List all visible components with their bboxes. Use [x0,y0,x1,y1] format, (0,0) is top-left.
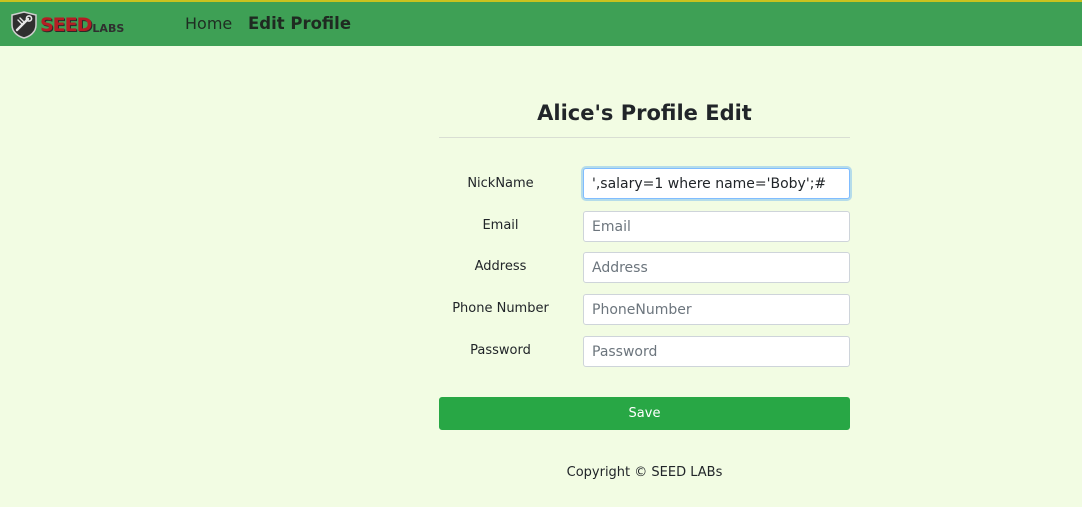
address-label: Address [474,259,527,274]
top-navbar: SEED LABS Home Edit Profile [0,0,1082,46]
phone-number-input[interactable] [583,294,850,325]
copyright-footer: Copyright © SEED LABs [566,465,723,480]
logo-seed-text: SEED [40,13,92,36]
title-divider [439,137,850,138]
page-title: Alice's Profile Edit [537,101,752,125]
logo-wordmark: SEED LABS [40,13,125,36]
phone-number-label: Phone Number [452,301,549,316]
seed-labs-logo[interactable]: SEED LABS [9,10,124,40]
address-input[interactable] [583,252,850,283]
password-label: Password [470,343,531,358]
email-input[interactable] [583,211,850,242]
nickname-label: NickName [467,176,534,191]
nav-edit-profile-link[interactable]: Edit Profile [248,14,351,34]
nav-home-link[interactable]: Home [185,14,232,34]
email-label: Email [482,218,519,233]
logo-labs-text: LABS [92,21,125,35]
save-button[interactable]: Save [439,397,850,430]
password-input[interactable] [583,336,850,367]
seed-labs-shield-icon [9,11,39,39]
nickname-input[interactable] [583,168,850,199]
